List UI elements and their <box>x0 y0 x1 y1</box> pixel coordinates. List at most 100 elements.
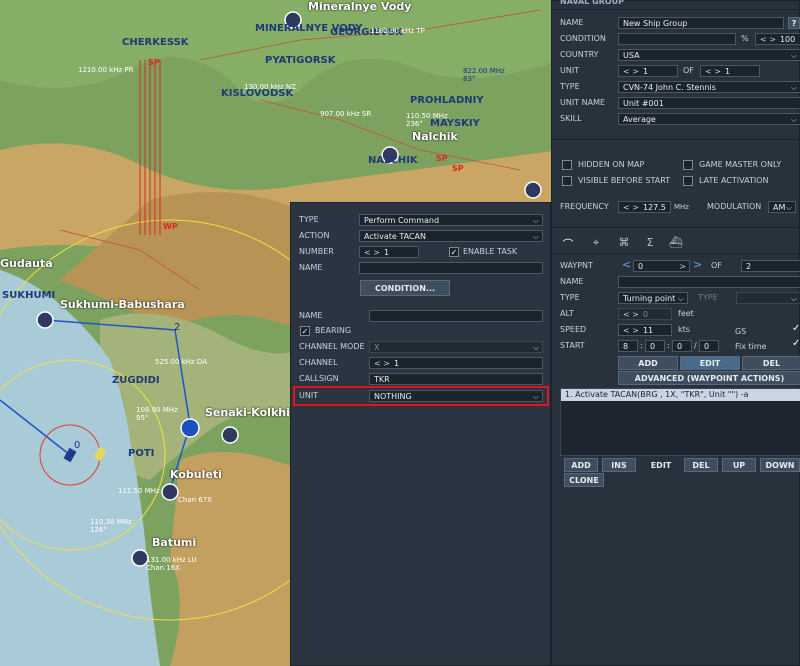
alt-stepper[interactable]: < >0 <box>618 308 672 320</box>
time-separator: : <box>640 341 643 350</box>
chevron-down-icon: ⌵ <box>790 115 797 124</box>
map-label-senaki-airfield: Senaki-Kolkhi <box>205 406 290 419</box>
advanced-button[interactable]: ADVANCED (WAYPOINT ACTIONS) <box>618 371 800 385</box>
waypnt-next-icon[interactable]: > <box>693 258 702 272</box>
chevron-down-icon: ⌵ <box>532 392 539 401</box>
speed-label: SPEED <box>560 325 587 334</box>
callsign-label: CALLSIGN <box>299 374 339 383</box>
action-action-select[interactable]: Activate TACAN ⌵ <box>359 230 543 242</box>
map-marker-sp: SP <box>452 164 464 173</box>
chevron-down-icon: ⌵ <box>790 83 797 92</box>
channel-mode-select[interactable]: X ⌵ <box>369 341 543 353</box>
unit-stepper[interactable]: < >1 <box>618 65 678 77</box>
unit-name-input[interactable]: Unit #001 <box>618 97 800 109</box>
game-master-only-checkbox[interactable] <box>683 160 693 170</box>
hidden-on-map-label: HIDDEN ON MAP <box>578 160 645 169</box>
start-day-input[interactable]: 8 <box>618 340 638 352</box>
map-waypoint-number: 0 <box>74 440 81 451</box>
type-label: TYPE <box>560 82 580 91</box>
country-select[interactable]: USA ⌵ <box>618 49 800 61</box>
ship-icon[interactable]: ⛴ <box>666 236 686 252</box>
wp-type-select[interactable]: Turning point ⌵ <box>618 292 688 304</box>
action-name-input[interactable] <box>359 262 543 274</box>
alt-label: ALT <box>560 309 574 318</box>
gs-check[interactable]: ✓ <box>792 323 800 334</box>
modulation-select[interactable]: AM ⌵ <box>768 201 796 213</box>
type-select[interactable]: CVN-74 John C. Stennis ⌵ <box>618 81 800 93</box>
list-item[interactable]: 1. Activate TACAN(BRG , 1X, "TKR", Unit … <box>561 389 800 401</box>
percent-label: % <box>741 34 749 43</box>
wp-type2-select[interactable]: ⌵ <box>736 292 800 304</box>
hidden-on-map-checkbox[interactable] <box>562 160 572 170</box>
chevron-down-icon: ⌵ <box>532 343 539 352</box>
wp-edit-button[interactable]: EDIT <box>680 356 740 370</box>
map-marker-wp: WP <box>163 222 178 231</box>
waypnt-prev-icon[interactable]: < <box>622 258 631 272</box>
help-button[interactable]: ? <box>788 17 800 29</box>
channel-label: CHANNEL <box>299 358 338 367</box>
map-label-prohladniy: PROHLADNIY <box>410 95 484 106</box>
map-freq-label: 110.50 MHz <box>406 112 448 120</box>
list-ins-button[interactable]: INS <box>602 458 636 472</box>
map-label-gudauta-airfield: Gudauta <box>0 257 53 270</box>
waypnt-select[interactable]: 0 > <box>633 260 690 272</box>
route-icon[interactable]: ⌒ <box>558 236 578 252</box>
start-hour-input[interactable]: 0 <box>645 340 665 352</box>
stepper-arrows-icon: < > <box>623 67 639 76</box>
map-label-cherkessk: CHERKESSK <box>122 37 189 48</box>
channel-stepper[interactable]: < >1 <box>369 357 543 369</box>
country-label: COUNTRY <box>560 50 599 59</box>
clone-button[interactable]: CLONE <box>564 473 604 487</box>
of-stepper[interactable]: < >1 <box>700 65 760 77</box>
wp-del-button[interactable]: DEL <box>742 356 800 370</box>
channel-mode-label: CHANNEL MODE <box>299 342 365 351</box>
callsign-input[interactable]: TKR <box>369 373 543 385</box>
start-label: START <box>560 341 585 350</box>
list-del-button[interactable]: DEL <box>684 458 718 472</box>
chevron-down-icon: ⌵ <box>677 294 684 303</box>
action-panel: TYPE Perform Command ⌵ ACTION Activate TA… <box>290 202 551 666</box>
enable-task-label: ENABLE TASK <box>463 247 518 256</box>
skill-select[interactable]: Average ⌵ <box>618 113 800 125</box>
action-list[interactable]: 1. Activate TACAN(BRG , 1X, "TKR", Unit … <box>560 388 800 456</box>
target-icon[interactable]: ⌖ <box>586 236 606 252</box>
condition-input[interactable] <box>618 33 736 45</box>
frequency-unit: MHz <box>674 203 689 211</box>
bearing-checkbox[interactable]: ✓ <box>300 326 310 336</box>
speed-stepper[interactable]: < >11 <box>618 324 672 336</box>
path-icon[interactable]: ⌘ <box>614 236 634 252</box>
map-freq-label: Chan 67X <box>178 496 212 504</box>
late-activation-label: LATE ACTIVATION <box>699 176 769 185</box>
start-min-input[interactable]: 0 <box>672 340 692 352</box>
list-down-button[interactable]: DOWN <box>760 458 800 472</box>
action-type-select[interactable]: Perform Command ⌵ <box>359 214 543 226</box>
condition-stepper[interactable]: < >100 <box>755 33 800 45</box>
wp-add-button[interactable]: ADD <box>618 356 678 370</box>
enable-task-checkbox[interactable]: ✓ <box>449 247 459 257</box>
condition-button[interactable]: CONDITION... <box>360 280 450 296</box>
wp-name-input[interactable] <box>618 276 800 288</box>
map-freq-label: 1210.00 kHz PR <box>78 66 134 74</box>
gs-label: GS <box>735 327 747 336</box>
group-name-input[interactable]: New Ship Group <box>618 17 784 29</box>
sigma-icon[interactable]: Σ <box>640 236 660 252</box>
map-label-nalchik-airfield: Nalchik <box>412 130 458 143</box>
list-add-button[interactable]: ADD <box>564 458 598 472</box>
bearing-label: BEARING <box>315 326 352 335</box>
tacan-name-input[interactable] <box>369 310 543 322</box>
list-edit-button[interactable]: EDIT <box>640 458 682 472</box>
unit-select[interactable]: NOTHING ⌵ <box>369 390 543 402</box>
frequency-stepper[interactable]: < >127.5 <box>618 201 671 213</box>
chevron-down-icon: ⌵ <box>790 51 797 60</box>
chevron-down-icon: ⌵ <box>790 294 797 303</box>
late-activation-checkbox[interactable] <box>683 176 693 186</box>
visible-before-start-checkbox[interactable] <box>562 176 572 186</box>
start-sec-input[interactable]: 0 <box>699 340 719 352</box>
fix-time-check[interactable]: ✓ <box>792 338 800 349</box>
map-label-nalchik: NALCHIK <box>368 155 418 166</box>
map-waypoint-number: 2 <box>174 322 181 333</box>
chevron-down-icon: ⌵ <box>532 216 539 225</box>
list-up-button[interactable]: UP <box>722 458 756 472</box>
map-freq-label: 110.30 MHz <box>90 518 132 526</box>
action-number-stepper[interactable]: < >1 <box>359 246 419 258</box>
